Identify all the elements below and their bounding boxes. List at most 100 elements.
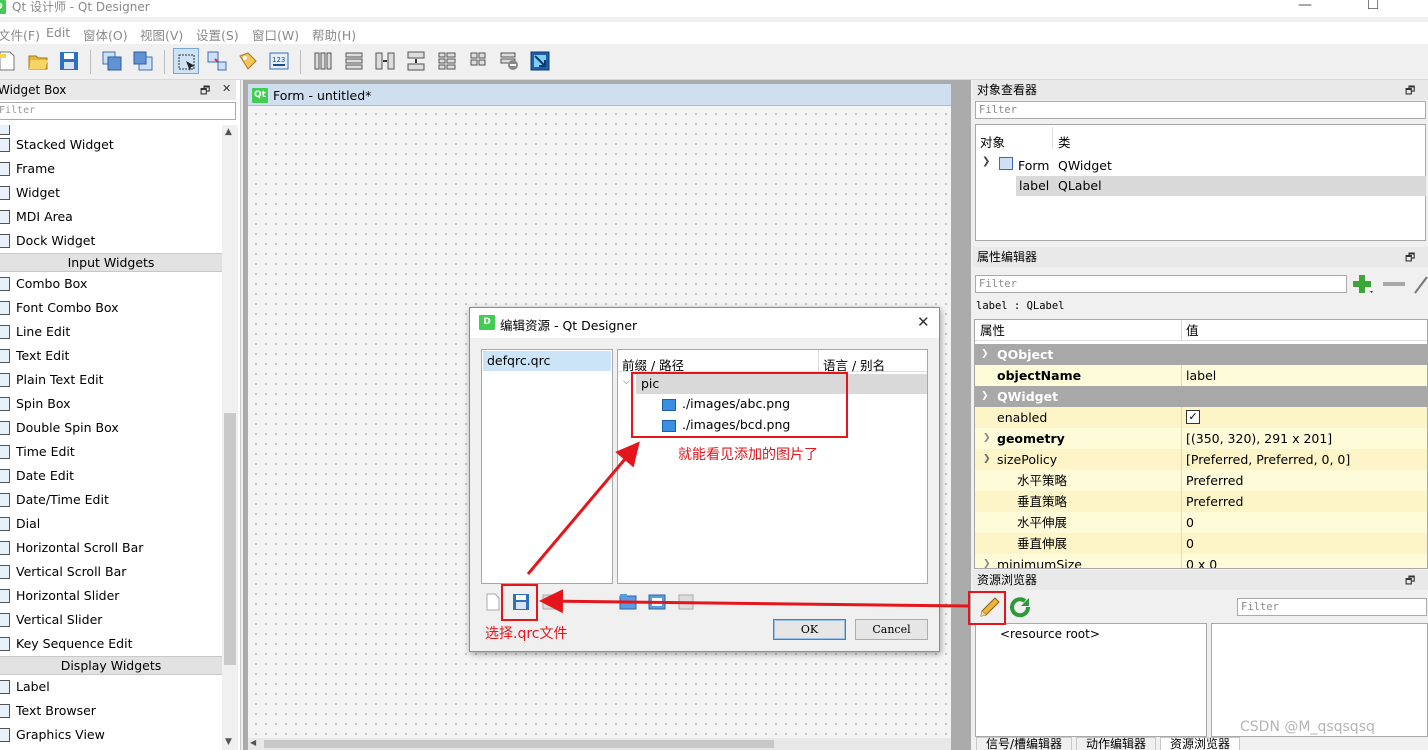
category-input-widgets[interactable]: Input Widgets <box>0 253 222 272</box>
layout-grid-icon[interactable] <box>465 48 491 74</box>
prop-horizontal-policy[interactable]: 水平策略 Preferred <box>975 470 1427 491</box>
menu-settings[interactable]: 设置(S) <box>196 25 239 44</box>
break-layout-icon[interactable] <box>496 48 522 74</box>
scrollbar-thumb[interactable] <box>264 740 774 748</box>
resource-filter-input[interactable]: Filter <box>1237 598 1427 616</box>
collapse-chevron-icon[interactable]: ⌵ <box>623 377 630 387</box>
group-qwidget[interactable]: ❯ QWidget <box>975 386 1427 407</box>
widget-item-dial[interactable]: Dial <box>0 512 222 536</box>
layout-vertical-icon[interactable] <box>341 48 367 74</box>
widget-item-dock-widget[interactable]: Dock Widget <box>0 229 222 253</box>
widget-item-text-edit[interactable]: Text Edit <box>0 344 222 368</box>
prop-geometry[interactable]: ❯ geometry [(350, 320), 291 x 201] <box>975 428 1427 449</box>
widget-item-key-sequence-edit[interactable]: Key Sequence Edit <box>0 632 222 656</box>
widget-item-line-edit[interactable]: Line Edit <box>0 320 222 344</box>
widget-item-text-browser[interactable]: Text Browser <box>0 699 222 723</box>
widget-item-datetime-edit[interactable]: Date/Time Edit <box>0 488 222 512</box>
tab-resource-browser[interactable]: 资源浏览器 <box>1160 737 1241 750</box>
float-dock-icon[interactable]: 🗗 <box>200 82 210 101</box>
bring-to-front-icon[interactable] <box>130 48 156 74</box>
layout-form-icon[interactable] <box>434 48 460 74</box>
scroll-down-icon[interactable]: ▼ <box>225 737 232 747</box>
resource-root-item[interactable]: <resource root> <box>1000 627 1100 641</box>
remove-file-icon[interactable] <box>676 592 696 612</box>
form-horizontal-scrollbar[interactable]: ◀ <box>248 738 951 750</box>
reload-icon[interactable] <box>1008 595 1034 621</box>
open-folder-icon[interactable] <box>25 48 51 74</box>
menu-help[interactable]: 帮助(H) <box>312 25 356 44</box>
prop-vertical-policy[interactable]: 垂直策略 Preferred <box>975 491 1427 512</box>
widget-item-stacked-widget[interactable]: Stacked Widget <box>0 133 222 157</box>
ok-button[interactable]: OK <box>773 619 846 640</box>
configure-icon[interactable] <box>1413 275 1428 295</box>
maximize-button[interactable]: ☐ <box>1350 0 1396 16</box>
float-dock-icon[interactable]: 🗗 <box>1405 572 1415 591</box>
menu-view[interactable]: 视图(V) <box>140 25 183 44</box>
widget-box-scrollbar[interactable]: ▲ ▼ <box>222 125 238 750</box>
widget-item-vertical-scroll-bar[interactable]: Vertical Scroll Bar <box>0 560 222 584</box>
cancel-button[interactable]: Cancel <box>855 619 928 640</box>
edit-buddies-icon[interactable] <box>235 48 261 74</box>
remove-qrc-icon[interactable] <box>540 592 560 612</box>
enabled-checkbox[interactable]: ✓ <box>1186 410 1200 424</box>
menu-window[interactable]: 窗口(W) <box>252 25 299 44</box>
layout-horizontal-icon[interactable] <box>310 48 336 74</box>
menu-form[interactable]: 窗体(O) <box>83 25 128 44</box>
widget-filter-input[interactable]: Filter <box>0 102 236 120</box>
object-row-label[interactable]: label QLabel <box>1016 176 1426 196</box>
edit-widgets-icon[interactable] <box>173 48 199 74</box>
object-column-header[interactable]: 对象 <box>980 132 1005 151</box>
widget-item-time-edit[interactable]: Time Edit <box>0 440 222 464</box>
prop-sizepolicy[interactable]: ❯ sizePolicy [Preferred, Preferred, 0, 0… <box>975 449 1427 470</box>
prop-horizontal-stretch[interactable]: 水平伸展 0 <box>975 512 1427 533</box>
object-filter-input[interactable]: Filter <box>975 101 1426 119</box>
dialog-close-button[interactable]: ✕ <box>917 313 930 331</box>
widget-item-label[interactable]: Label <box>0 675 222 699</box>
send-to-back-icon[interactable] <box>99 48 125 74</box>
widget-item-spin-box[interactable]: Spin Box <box>0 392 222 416</box>
scroll-left-icon[interactable]: ◀ <box>250 738 256 747</box>
edit-tab-order-icon[interactable]: 123 <box>266 48 292 74</box>
widget-item-font-combo-box[interactable]: Font Combo Box <box>0 296 222 320</box>
float-dock-icon[interactable]: 🗗 <box>1405 249 1415 268</box>
layout-vertical-splitter-icon[interactable] <box>403 48 429 74</box>
minimize-button[interactable]: — <box>1282 0 1328 16</box>
new-file-icon[interactable] <box>0 48 20 74</box>
widget-item-mdi-area[interactable]: MDI Area <box>0 205 222 229</box>
add-property-icon[interactable] <box>1351 273 1375 295</box>
layout-horizontal-splitter-icon[interactable] <box>372 48 398 74</box>
save-icon[interactable] <box>56 48 82 74</box>
prop-objectname[interactable]: objectName label <box>975 365 1427 386</box>
tab-signal-slot-editor[interactable]: 信号/槽编辑器 <box>976 737 1073 750</box>
prop-minimum-size[interactable]: ❯ minimumSize 0 x 0 <box>975 554 1427 568</box>
edit-signals-slots-icon[interactable] <box>204 48 230 74</box>
add-files-icon[interactable] <box>647 592 667 612</box>
float-dock-icon[interactable]: 🗗 <box>1405 82 1415 101</box>
property-filter-input[interactable]: Filter <box>975 275 1347 293</box>
scrollbar-thumb[interactable] <box>224 413 236 665</box>
widget-item-horizontal-slider[interactable]: Horizontal Slider <box>0 584 222 608</box>
scroll-up-icon[interactable]: ▲ <box>225 127 232 137</box>
close-dock-icon[interactable]: ✕ <box>222 82 231 95</box>
prop-enabled[interactable]: enabled ✓ <box>975 407 1427 428</box>
new-qrc-icon[interactable] <box>483 592 503 612</box>
qrc-file-item[interactable]: defqrc.qrc <box>483 351 611 371</box>
widget-item-frame[interactable]: Frame <box>0 157 222 181</box>
widget-item-date-edit[interactable]: Date Edit <box>0 464 222 488</box>
widget-item-combo-box[interactable]: Combo Box <box>0 272 222 296</box>
class-column-header[interactable]: 类 <box>1058 132 1071 151</box>
prop-vertical-stretch[interactable]: 垂直伸展 0 <box>975 533 1427 554</box>
widget-item-double-spin-box[interactable]: Double Spin Box <box>0 416 222 440</box>
remove-property-icon[interactable] <box>1383 282 1405 286</box>
adjust-size-icon[interactable] <box>527 48 553 74</box>
widget-item-vertical-slider[interactable]: Vertical Slider <box>0 608 222 632</box>
tab-action-editor[interactable]: 动作编辑器 <box>1076 737 1157 750</box>
category-display-widgets[interactable]: Display Widgets <box>0 656 222 675</box>
widget-item-plain-text-edit[interactable]: Plain Text Edit <box>0 368 222 392</box>
widget-item-horizontal-scroll-bar[interactable]: Horizontal Scroll Bar <box>0 536 222 560</box>
menu-file[interactable]: 文件(F) <box>0 25 40 44</box>
expand-chevron-icon[interactable]: ❯ <box>982 156 990 167</box>
add-prefix-icon[interactable] <box>618 592 638 612</box>
widget-item-widget[interactable]: Widget <box>0 181 222 205</box>
object-row-form[interactable]: Form QWidget <box>1018 155 1218 176</box>
